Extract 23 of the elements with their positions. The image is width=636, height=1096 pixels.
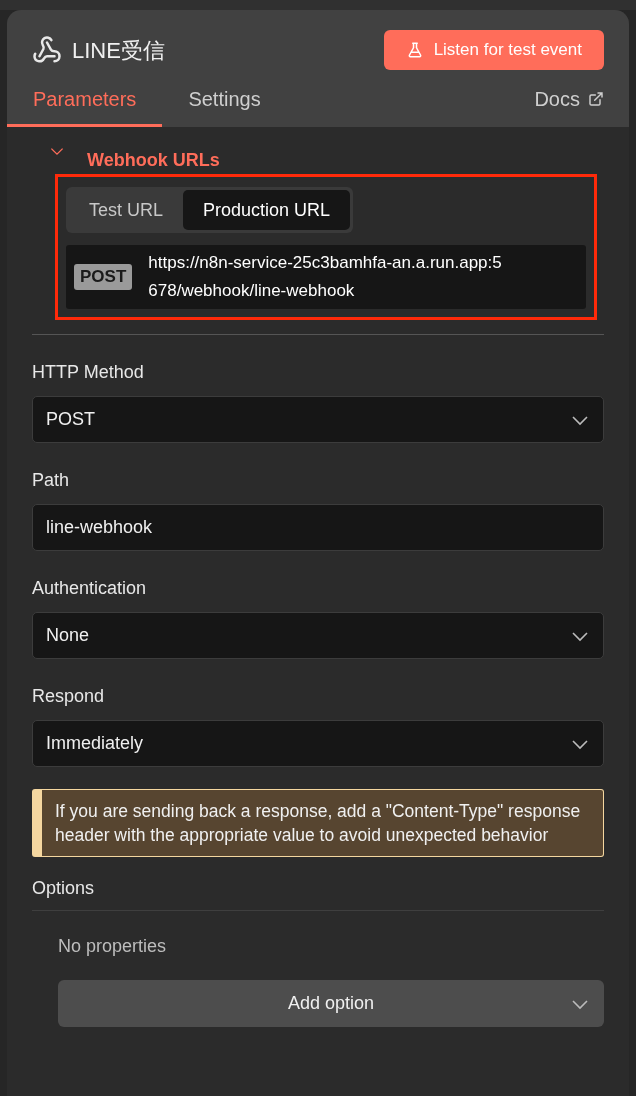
empty-text: No properties — [58, 935, 168, 958]
tab[interactable]: Parameters — [7, 84, 163, 127]
field-label: Path — [32, 469, 71, 492]
select-field[interactable]: Immediately — [32, 720, 604, 767]
webhook-url: https://n8n-service-25c3bamhfa-an.a.run.app:5678/webhook/line-webhook — [148, 252, 503, 302]
webhook-urls-toggle[interactable]: Webhook URLs — [49, 147, 597, 174]
options-heading: Options — [32, 875, 604, 911]
external-link-icon — [588, 91, 604, 107]
field-label: Respond — [32, 685, 106, 708]
field-label: HTTP Method — [32, 361, 145, 384]
docs-link[interactable]: Docs — [534, 84, 604, 127]
select-field[interactable]: POST — [32, 396, 604, 443]
tab[interactable]: Settings — [162, 84, 287, 127]
field-label: Authentication — [32, 577, 148, 600]
method-label: POST — [74, 264, 133, 290]
add-option-button[interactable]: Add option — [58, 980, 604, 1027]
url-tab[interactable]: Test URL — [69, 190, 184, 230]
select-field[interactable]: None — [32, 612, 604, 659]
input-field[interactable]: line-webhook — [32, 504, 604, 551]
webhook-icon — [32, 35, 62, 65]
warning-notice: If you are sending back a response, add a "Content-Type" response header with the appropriate value to avoid unexpected behavior — [32, 789, 604, 857]
url-tab[interactable]: Production URL — [183, 190, 351, 230]
node-title: LINE受信 — [72, 36, 165, 65]
